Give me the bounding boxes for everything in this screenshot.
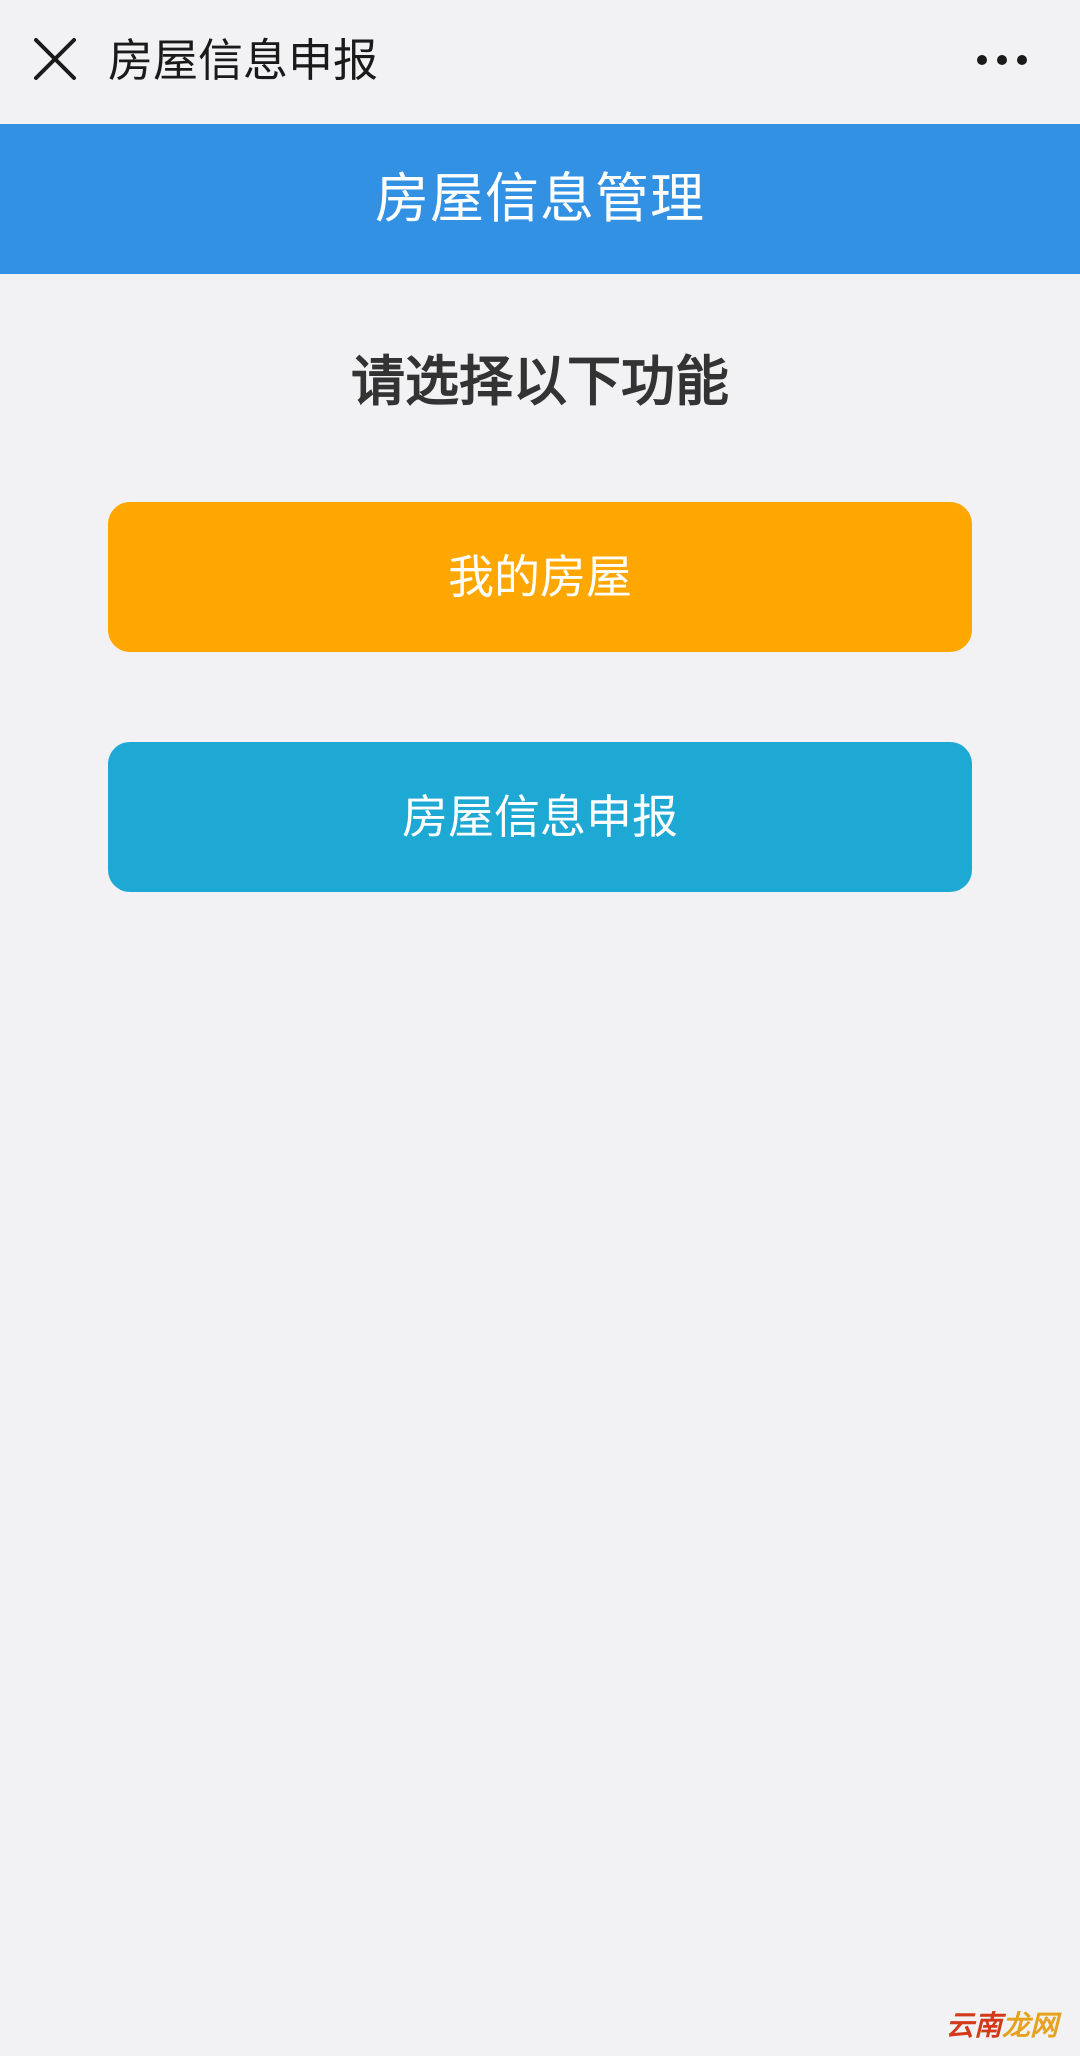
header-title: 房屋信息管理: [375, 167, 705, 230]
house-info-report-button[interactable]: 房屋信息申报: [108, 742, 972, 892]
function-prompt: 请选择以下功能: [351, 350, 729, 413]
top-nav-bar: 房屋信息申报: [0, 0, 1080, 124]
close-icon[interactable]: [26, 28, 84, 90]
watermark-part2: 龙网: [1002, 2009, 1059, 2042]
watermark-part1: 云南: [946, 2009, 1003, 2042]
page-title: 房屋信息申报: [108, 34, 379, 87]
my-house-button[interactable]: 我的房屋: [108, 502, 972, 652]
watermark-logo: 云南龙网: [946, 2006, 1076, 2046]
more-options-icon[interactable]: [968, 40, 1060, 80]
